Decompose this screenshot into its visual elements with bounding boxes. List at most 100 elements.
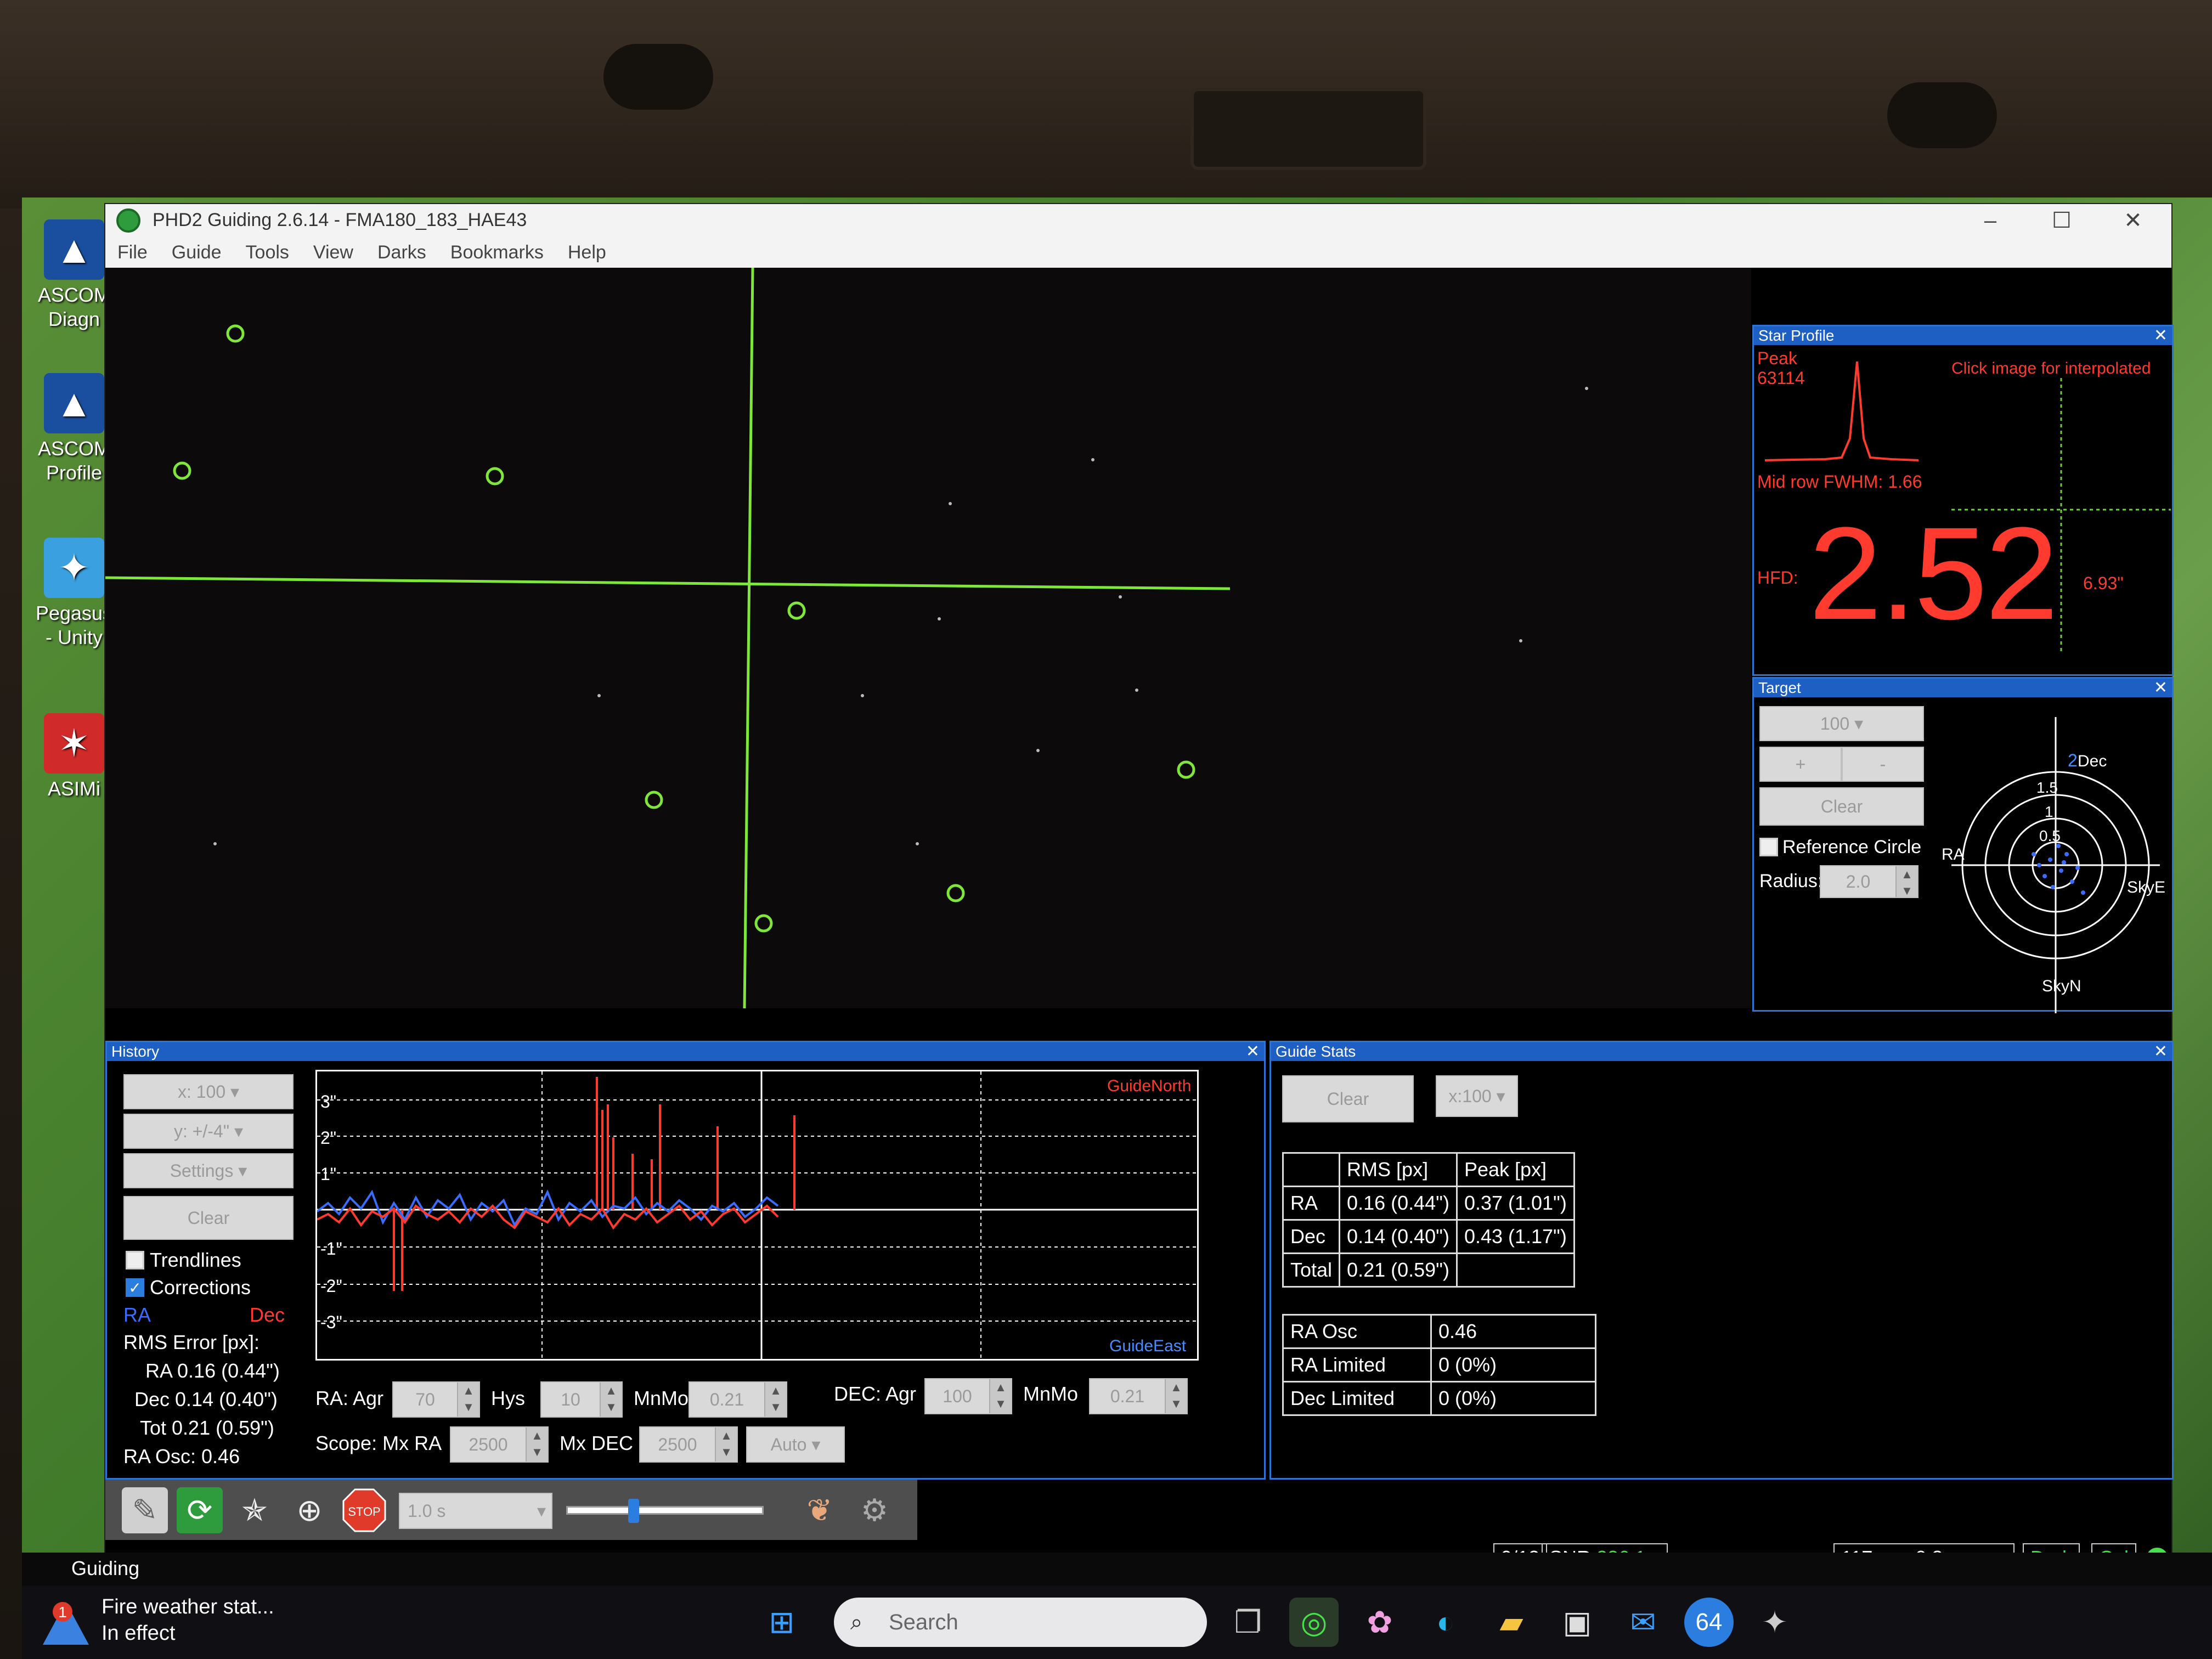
target-r15: 1.5 bbox=[2036, 779, 2058, 796]
store-icon[interactable]: ▣ bbox=[1553, 1598, 1602, 1647]
loop-icon[interactable]: ⟳ bbox=[177, 1487, 223, 1533]
phd2-logo-icon bbox=[116, 208, 140, 233]
file-explorer-icon[interactable]: ▰ bbox=[1487, 1598, 1536, 1647]
target-zoom-in-button[interactable]: + bbox=[1759, 747, 1842, 782]
brain-icon[interactable]: ❦ bbox=[797, 1487, 843, 1533]
task-view-icon[interactable]: ❐ bbox=[1223, 1598, 1273, 1647]
stop-button[interactable]: STOP bbox=[341, 1487, 387, 1533]
phd2-taskbar-icon[interactable]: ◎ bbox=[1289, 1598, 1339, 1647]
trendlines-checkbox[interactable] bbox=[126, 1251, 144, 1269]
desktop-icon-ascom-diagnostics[interactable]: ▲ ASCOM Diagn bbox=[33, 219, 115, 331]
history-clear-button[interactable]: Clear bbox=[123, 1196, 294, 1240]
history-settings-select[interactable]: Settings ▾ bbox=[123, 1153, 294, 1188]
target-clear-button[interactable]: Clear bbox=[1759, 787, 1924, 826]
minimize-button[interactable]: – bbox=[1974, 208, 2007, 233]
spin-arrows-icon[interactable]: ▲ ▼ bbox=[715, 1427, 737, 1462]
ra-min-move-stepper[interactable]: 0.21 ▲ ▼ bbox=[689, 1381, 787, 1418]
close-icon[interactable]: ✕ bbox=[2154, 1042, 2168, 1061]
guide-crosshair-icon[interactable]: ⊕ bbox=[286, 1487, 332, 1533]
ra-aggression-stepper[interactable]: 70 ▲ ▼ bbox=[392, 1381, 480, 1418]
guide-stats-scale-select[interactable]: x:100 ▾ bbox=[1436, 1075, 1518, 1117]
close-icon[interactable]: ✕ bbox=[2154, 326, 2168, 345]
spin-arrows-icon[interactable]: ▲ ▼ bbox=[1165, 1379, 1187, 1413]
menu-bar: File Guide Tools View Darks Bookmarks Help bbox=[105, 237, 2171, 268]
dec-aggression-stepper[interactable]: 100 ▲ ▼ bbox=[924, 1378, 1012, 1414]
table-row: Dec 0.14 (0.40") 0.43 (1.17") bbox=[1282, 1219, 1575, 1254]
target-dec-label: Dec bbox=[2078, 752, 2107, 770]
target-r1: 1 bbox=[2045, 803, 2053, 820]
close-icon[interactable]: ✕ bbox=[2154, 679, 2168, 697]
target-r2: 2 bbox=[2068, 751, 2078, 770]
menu-file[interactable]: File bbox=[105, 237, 160, 268]
target-zoom-out-button[interactable]: - bbox=[1842, 747, 1924, 782]
spin-arrows-icon[interactable]: ▲ ▼ bbox=[600, 1383, 622, 1417]
corrections-checkbox[interactable]: ✓ bbox=[126, 1278, 144, 1297]
close-icon[interactable]: ✕ bbox=[1246, 1042, 1260, 1061]
gamma-slider[interactable] bbox=[566, 1499, 764, 1523]
auto-select-star-icon[interactable]: ✯ bbox=[232, 1487, 278, 1533]
max-dec-stepper[interactable]: 2500 ▲ ▼ bbox=[639, 1426, 738, 1463]
crosshair-horizontal bbox=[105, 576, 1231, 590]
weather-alert-icon[interactable]: 1 bbox=[38, 1596, 93, 1651]
pencil-icon[interactable]: ✎ bbox=[122, 1487, 168, 1533]
ascom-icon: ▲ bbox=[44, 373, 104, 433]
camera-settings-icon[interactable]: ⚙ bbox=[851, 1487, 898, 1533]
desktop-icon-asi[interactable]: ✶ ASIMi bbox=[33, 713, 115, 801]
spin-arrows-icon[interactable]: ▲ ▼ bbox=[989, 1379, 1011, 1413]
laptop-lid-top bbox=[0, 0, 2212, 208]
exposure-select[interactable]: 1.0 s ▾ bbox=[399, 1493, 552, 1529]
desktop-icon-ascom-profile[interactable]: ▲ ASCOM Profile bbox=[33, 373, 115, 485]
menu-darks[interactable]: Darks bbox=[365, 237, 438, 268]
title-bar: PHD2 Guiding 2.6.14 - FMA180_183_HAE43 –… bbox=[105, 204, 2171, 237]
target-ra-label: RA bbox=[1942, 845, 1965, 864]
star-profile-header: Star Profile bbox=[1754, 326, 2172, 345]
target-plot: 2 Dec 1.5 1 0.5 RA SkyE SkyN bbox=[1942, 717, 2165, 1013]
app-64-icon[interactable]: 64 bbox=[1684, 1598, 1734, 1647]
max-ra-stepper[interactable]: 2500 ▲ ▼ bbox=[450, 1426, 549, 1463]
copilot-icon[interactable]: ✿ bbox=[1355, 1598, 1404, 1647]
dec-mode-select[interactable]: Auto ▾ bbox=[746, 1426, 845, 1463]
star-profile-panel[interactable]: Star Profile ✕ Peak 63114 Click image fo… bbox=[1752, 325, 2174, 676]
guide-stats-clear-button[interactable]: Clear bbox=[1282, 1075, 1414, 1122]
menu-view[interactable]: View bbox=[301, 237, 365, 268]
desktop-icon-pegasus[interactable]: ✦ Pegasus - Unity bbox=[33, 538, 115, 650]
hfd-arcsec: 6.93" bbox=[2083, 573, 2124, 593]
rms-tot: Tot 0.21 (0.59") bbox=[140, 1417, 274, 1439]
menu-guide[interactable]: Guide bbox=[160, 237, 234, 268]
edge-icon[interactable]: ◐ bbox=[1421, 1598, 1470, 1647]
telescope-icon[interactable]: ✦ bbox=[1750, 1598, 1799, 1647]
dec-mnmo-label: MnMo bbox=[1023, 1383, 1079, 1405]
history-x-scale-select[interactable]: x: 100 ▾ bbox=[123, 1074, 294, 1109]
table-row: RA Limited 0 (0%) bbox=[1282, 1347, 1596, 1383]
main-toolbar: ✎ ⟳ ✯ ⊕ STOP 1.0 s ▾ ❦ ⚙ bbox=[105, 1480, 917, 1540]
radius-stepper[interactable]: 2.0 ▲ ▼ bbox=[1820, 865, 1918, 898]
mail-icon[interactable]: ✉ bbox=[1618, 1598, 1668, 1647]
dec-min-move-stepper[interactable]: 0.21 ▲ ▼ bbox=[1089, 1378, 1188, 1414]
guide-east-label: GuideEast bbox=[1109, 1337, 1187, 1355]
menu-help[interactable]: Help bbox=[556, 237, 618, 268]
guide-stats-header: Guide Stats bbox=[1271, 1042, 2172, 1061]
spin-arrows-icon[interactable]: ▲ ▼ bbox=[764, 1383, 786, 1417]
gamma-slider-thumb[interactable] bbox=[628, 1499, 639, 1523]
weather-notice-line2[interactable]: In effect bbox=[101, 1622, 176, 1645]
camera-image-view[interactable] bbox=[105, 268, 1751, 1008]
menu-bookmarks[interactable]: Bookmarks bbox=[438, 237, 556, 268]
target-skye-label: SkyE bbox=[2127, 878, 2165, 896]
history-graph[interactable]: 3" 2" 1" -1" -2" -3" GuideNorth GuideEas… bbox=[315, 1070, 1199, 1361]
reference-circle-checkbox[interactable] bbox=[1759, 838, 1778, 856]
spin-arrows-icon[interactable]: ▲ ▼ bbox=[457, 1383, 479, 1417]
taskbar-search-input[interactable]: ⌕ Search bbox=[834, 1598, 1207, 1647]
history-y-scale-select[interactable]: y: +/-4" ▾ bbox=[123, 1114, 294, 1149]
target-zoom-select[interactable]: 100 ▾ bbox=[1759, 706, 1924, 741]
star-marker bbox=[754, 914, 773, 933]
spin-arrows-icon[interactable]: ▲ ▼ bbox=[526, 1427, 548, 1462]
menu-tools[interactable]: Tools bbox=[234, 237, 301, 268]
hysteresis-stepper[interactable]: 10 ▲ ▼ bbox=[540, 1381, 623, 1418]
windows-start-icon[interactable]: ⊞ bbox=[757, 1598, 806, 1647]
star-marker bbox=[946, 884, 965, 902]
maximize-button[interactable]: ☐ bbox=[2045, 208, 2078, 233]
spin-arrows-icon[interactable]: ▲ ▼ bbox=[1895, 866, 1917, 898]
weather-notice-line1[interactable]: Fire weather stat... bbox=[101, 1595, 274, 1619]
y-tick: 3" bbox=[320, 1092, 336, 1111]
close-button[interactable]: ✕ bbox=[2117, 208, 2149, 233]
